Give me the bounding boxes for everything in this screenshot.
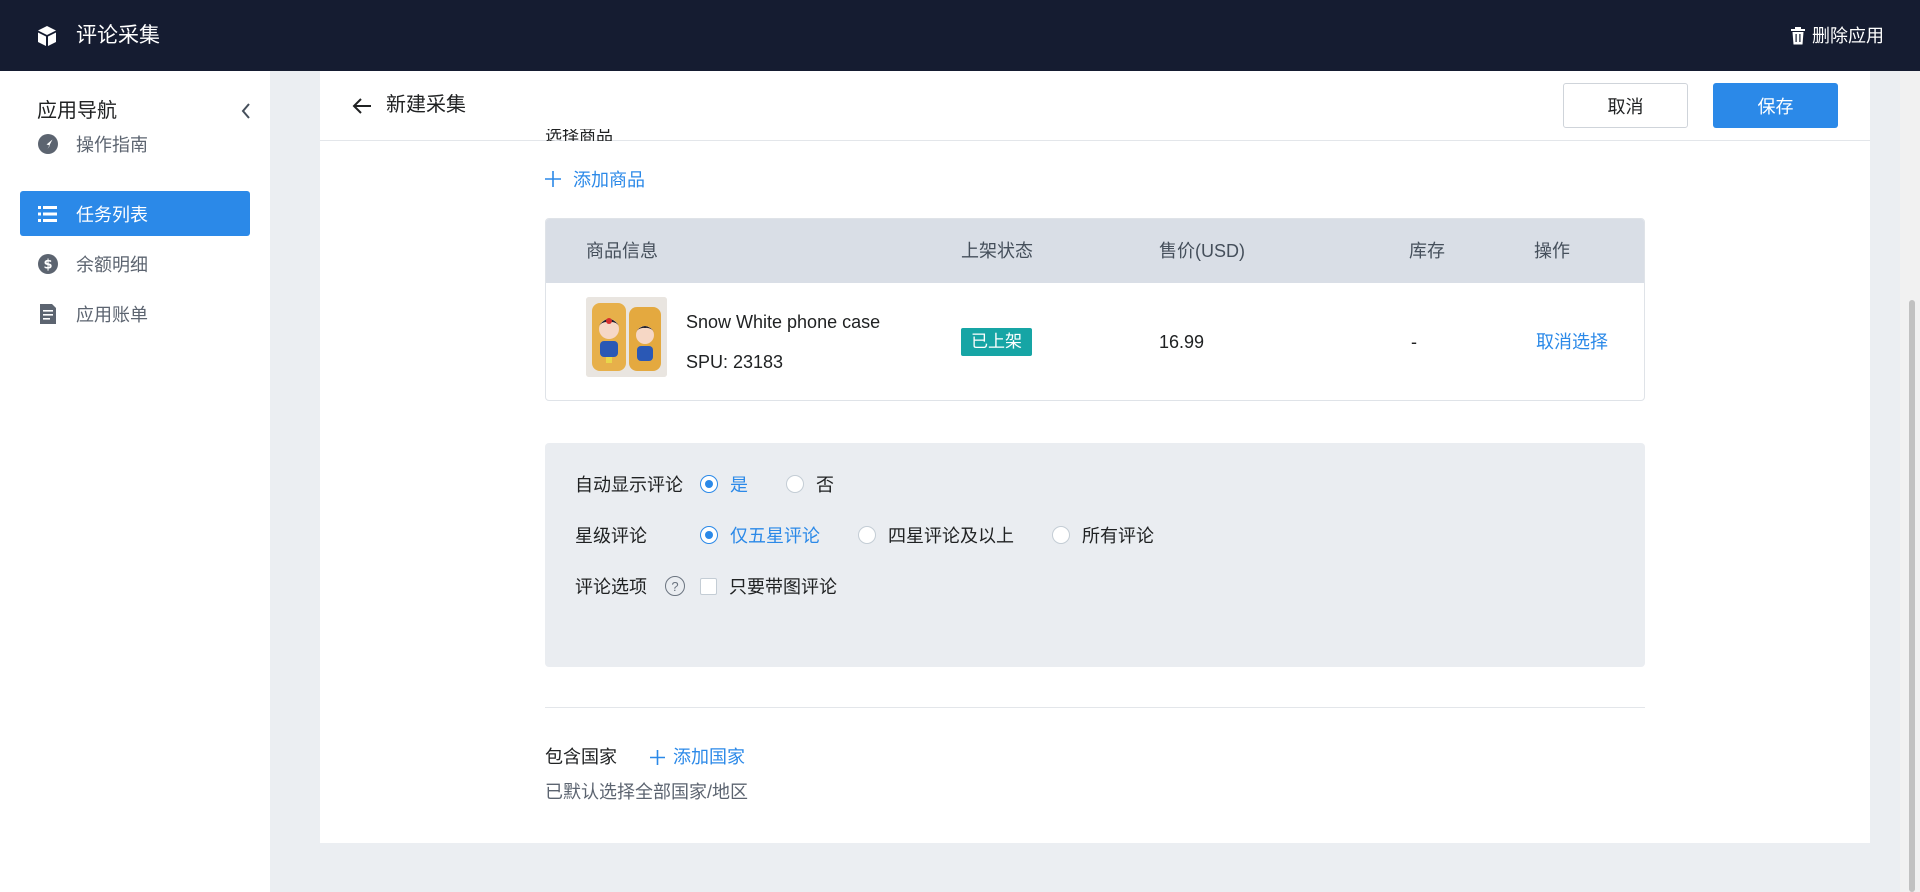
- trash-icon: [1791, 27, 1805, 45]
- status-badge: 已上架: [961, 328, 1032, 356]
- star-rating-row: 星级评论 仅五星评论 四星评论及以上 所有评论: [575, 521, 1192, 549]
- table-header: 商品信息 上架状态 售价(USD) 库存 操作: [546, 219, 1644, 283]
- back-arrow-icon[interactable]: [350, 94, 374, 118]
- chevron-left-icon: [241, 103, 250, 119]
- auto-display-no-radio[interactable]: 否: [786, 471, 834, 497]
- sidebar-item-guide[interactable]: 操作指南: [20, 121, 250, 166]
- navigation-arrow-icon: [38, 133, 58, 154]
- help-icon[interactable]: ?: [665, 576, 685, 596]
- checkbox-label: 只要带图评论: [729, 577, 837, 597]
- radio-empty-icon: [786, 475, 804, 493]
- add-product-button[interactable]: 添加商品: [545, 166, 645, 192]
- four-star-and-up-radio[interactable]: 四星评论及以上: [858, 522, 1014, 548]
- auto-display-yes-radio[interactable]: 是: [700, 471, 748, 497]
- cancel-button[interactable]: 取消: [1563, 83, 1688, 128]
- list-icon: [38, 204, 58, 224]
- document-icon: [38, 303, 58, 324]
- auto-display-label: 自动显示评论: [575, 475, 683, 495]
- cube-icon: [38, 26, 56, 46]
- column-header-actions: 操作: [1534, 241, 1570, 261]
- top-bar: 评论采集 删除应用: [0, 0, 1920, 71]
- dollar-icon: $: [38, 253, 58, 274]
- radio-selected-icon: [700, 475, 718, 493]
- sidebar-item-label: 应用账单: [76, 304, 148, 325]
- deselect-product-link[interactable]: 取消选择: [1536, 330, 1608, 354]
- review-options-label: 评论选项: [575, 577, 647, 597]
- countries-note: 已默认选择全部国家/地区: [545, 782, 748, 802]
- images-only-checkbox[interactable]: 只要带图评论: [700, 573, 837, 599]
- sidebar-item-label: 任务列表: [76, 204, 148, 225]
- radio-selected-icon: [700, 526, 718, 544]
- radio-label: 是: [730, 475, 748, 495]
- radio-label: 否: [816, 475, 834, 495]
- product-spu: SPU: 23183: [686, 352, 784, 372]
- page-title: 新建采集: [386, 94, 466, 116]
- delete-app-button[interactable]: 删除应用: [1790, 22, 1884, 50]
- plus-icon: [650, 749, 665, 765]
- main-panel: 新建采集 取消 保存 选择商品 添加商品 商品信息 上架状态 售价(USD) 库…: [320, 71, 1870, 843]
- sidebar-item-label: 操作指南: [76, 134, 148, 155]
- product-name: Snow White phone case: [686, 312, 881, 332]
- product-thumbnail: [586, 297, 667, 377]
- add-country-button[interactable]: 添加国家: [650, 745, 745, 769]
- radio-label: 仅五星评论: [730, 526, 820, 546]
- add-country-label: 添加国家: [673, 747, 745, 767]
- sidebar-item-bills[interactable]: 应用账单: [20, 291, 250, 336]
- scrollbar-thumb[interactable]: [1909, 300, 1915, 892]
- column-header-price: 售价(USD): [1159, 241, 1245, 261]
- plus-icon: [545, 171, 561, 187]
- product-table: 商品信息 上架状态 售价(USD) 库存 操作 Snow White phone…: [545, 218, 1645, 401]
- radio-empty-icon: [858, 526, 876, 544]
- radio-label: 四星评论及以上: [888, 526, 1014, 546]
- radio-label: 所有评论: [1082, 526, 1154, 546]
- auto-display-row: 自动显示评论 是 否: [575, 470, 872, 498]
- save-button[interactable]: 保存: [1713, 83, 1838, 128]
- sidebar-item-balance[interactable]: $ 余额明细: [20, 241, 250, 286]
- section-divider: [545, 707, 1645, 708]
- column-header-stock: 库存: [1409, 241, 1445, 261]
- column-header-product-info: 商品信息: [586, 241, 658, 261]
- star-rating-label: 星级评论: [575, 526, 647, 546]
- app-title: 评论采集: [76, 24, 160, 47]
- svg-text:$: $: [43, 257, 52, 272]
- checkbox-empty-icon: [700, 577, 717, 595]
- column-header-status: 上架状态: [961, 241, 1033, 261]
- add-product-label: 添加商品: [573, 170, 645, 190]
- five-star-only-radio[interactable]: 仅五星评论: [700, 522, 820, 548]
- sidebar-item-tasks[interactable]: 任务列表: [20, 191, 250, 236]
- sidebar-item-label: 余额明细: [76, 254, 148, 275]
- product-price: 16.99: [1159, 332, 1205, 352]
- all-reviews-radio[interactable]: 所有评论: [1052, 522, 1154, 548]
- table-row: Snow White phone case SPU: 23183 已上架 16.…: [546, 283, 1644, 400]
- review-options-panel: 自动显示评论 是 否 星级评论 仅五星评论 四星评论及以上 所有评论 评论选项 …: [545, 443, 1645, 667]
- countries-label: 包含国家: [545, 747, 617, 767]
- sidebar: 应用导航 操作指南 任务列表 $ 余额明细 应用账单: [0, 71, 270, 892]
- radio-empty-icon: [1052, 526, 1070, 544]
- delete-app-label: 删除应用: [1812, 26, 1884, 46]
- product-stock: -: [1411, 332, 1417, 352]
- review-options-row: 评论选项 ? 只要带图评论: [575, 572, 837, 600]
- select-products-label: 选择商品: [545, 129, 613, 141]
